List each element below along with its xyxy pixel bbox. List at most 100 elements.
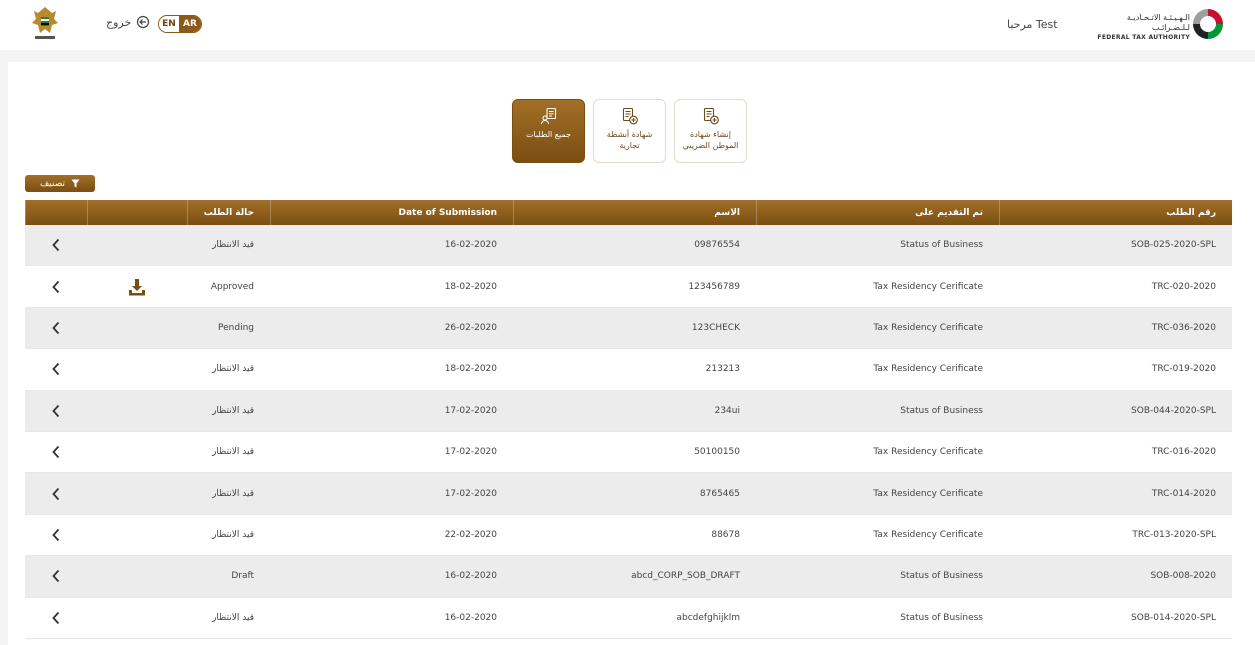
logout-button[interactable]: خروج xyxy=(106,15,150,29)
chevron-left-icon xyxy=(52,239,60,252)
filter-button[interactable]: تصنيف xyxy=(25,175,95,192)
uae-emblem-logo xyxy=(32,7,58,39)
status-cell: Draft xyxy=(231,571,254,582)
status-cell: قيد الانتظار xyxy=(212,488,254,499)
row-open-button[interactable] xyxy=(25,556,87,596)
download-cell xyxy=(87,349,187,389)
date-cell: 17-02-2020 xyxy=(444,488,497,499)
logout-icon xyxy=(137,15,150,29)
name-cell: 123CHECK xyxy=(691,322,740,333)
chevron-left-icon xyxy=(52,570,60,583)
name-cell: 09876554 xyxy=(694,240,740,251)
table-row[interactable]: قيد الانتظار 18-02-2020 213213 Tax Resid… xyxy=(25,349,1232,391)
header-type[interactable]: تم التقديم على xyxy=(756,200,999,225)
header-download xyxy=(87,200,187,225)
language-toggle[interactable]: EN AR xyxy=(158,15,202,33)
row-open-button[interactable] xyxy=(25,515,87,555)
download-cell xyxy=(87,308,187,348)
download-cell xyxy=(87,266,187,306)
header-date[interactable]: Date of Submission xyxy=(270,200,513,225)
status-cell: قيد الانتظار xyxy=(212,405,254,416)
table-row[interactable]: قيد الانتظار 22-02-2020 88678 Tax Reside… xyxy=(25,515,1232,557)
request-number-cell: TRC-020-2020 xyxy=(1151,281,1216,292)
row-open-button[interactable] xyxy=(25,473,87,513)
download-cell xyxy=(87,432,187,472)
header-actions xyxy=(25,200,87,225)
date-cell: 18-02-2020 xyxy=(444,364,497,375)
date-cell: 17-02-2020 xyxy=(444,447,497,458)
filter-label: تصنيف xyxy=(39,178,66,189)
row-open-button[interactable] xyxy=(25,432,87,472)
date-cell: 16-02-2020 xyxy=(444,240,497,251)
download-cell xyxy=(87,556,187,596)
chevron-left-icon xyxy=(52,321,60,335)
type-cell: Tax Residency Cerificate xyxy=(873,364,983,375)
fta-logo xyxy=(1193,9,1223,39)
chevron-left-icon xyxy=(52,363,60,376)
type-cell: Status of Business xyxy=(900,240,983,251)
add-document-icon xyxy=(622,107,638,125)
fta-name-arabic: الـهـيـئـة الاتـحـاديـة لـلـضـرائـب xyxy=(1126,13,1190,32)
add-document-icon xyxy=(703,107,719,125)
header-name[interactable]: الاسم xyxy=(513,200,756,225)
chevron-left-icon xyxy=(52,611,60,624)
welcome-text: مرحبا Test xyxy=(1007,18,1058,31)
request-number-cell: TRC-013-2020-SPL xyxy=(1132,529,1216,540)
type-cell: Status of Business xyxy=(900,571,983,582)
lang-en-option[interactable]: EN xyxy=(159,16,179,32)
date-cell: 16-02-2020 xyxy=(444,612,497,623)
status-cell: قيد الانتظار xyxy=(212,612,254,623)
row-open-button[interactable] xyxy=(25,308,87,348)
fta-wordmark: الـهـيـئـة الاتـحـاديـة لـلـضـرائـب FEDE… xyxy=(1088,13,1190,42)
chevron-left-icon xyxy=(52,487,60,500)
card-business-activity-certificate[interactable]: شهادة أنشطة تجارية xyxy=(593,99,666,163)
row-open-button[interactable] xyxy=(25,266,87,306)
card-create-tax-residency-certificate[interactable]: إنشاء شهادة الموطن الضريبي xyxy=(674,99,747,163)
download-cell xyxy=(87,598,187,638)
download-icon[interactable] xyxy=(128,278,146,296)
logout-label: خروج xyxy=(106,15,132,29)
date-cell: 16-02-2020 xyxy=(444,571,497,582)
request-number-cell: TRC-014-2020 xyxy=(1151,488,1216,499)
type-cell: Tax Residency Cerificate xyxy=(873,322,983,333)
row-open-button[interactable] xyxy=(25,225,87,265)
header-number[interactable]: رقم الطلب xyxy=(999,200,1232,225)
table-row[interactable]: قيد الانتظار 16-02-2020 09876554 Status … xyxy=(25,225,1232,267)
request-number-cell: SOB-044-2020-SPL xyxy=(1131,405,1216,416)
request-number-cell: SOB-014-2020-SPL xyxy=(1131,612,1216,623)
table-row[interactable]: قيد الانتظار 16-02-2020 abcdefghijklm St… xyxy=(25,598,1232,639)
card-all-requests[interactable]: جميع الطلبات xyxy=(512,99,585,163)
row-open-button[interactable] xyxy=(25,391,87,431)
chevron-left-icon xyxy=(52,446,60,459)
row-open-button[interactable] xyxy=(25,598,87,638)
type-cell: Status of Business xyxy=(900,612,983,623)
table-row[interactable]: Approved 18-02-2020 123456789 Tax Reside… xyxy=(25,266,1232,308)
date-cell: 26-02-2020 xyxy=(444,322,497,333)
request-number-cell: SOB-008-2020 xyxy=(1150,571,1216,582)
date-cell: 17-02-2020 xyxy=(444,405,497,416)
table-row[interactable]: قيد الانتظار 17-02-2020 8765465 Tax Resi… xyxy=(25,473,1232,515)
chevron-left-icon xyxy=(52,528,60,542)
request-number-cell: SOB-025-2020-SPL xyxy=(1131,240,1216,251)
name-cell: 50100150 xyxy=(694,447,740,458)
name-cell: 123456789 xyxy=(688,281,740,292)
table-row[interactable]: Pending 26-02-2020 123CHECK Tax Residenc… xyxy=(25,307,1232,350)
filter-icon xyxy=(71,179,80,188)
card-business-activity-certificate-label: شهادة أنشطة تجارية xyxy=(606,130,653,150)
type-cell: Tax Residency Cerificate xyxy=(873,488,983,499)
type-cell: Tax Residency Cerificate xyxy=(873,281,983,292)
table-row[interactable]: قيد الانتظار 17-02-2020 234ui Status of … xyxy=(25,390,1232,432)
lang-ar-option[interactable]: AR xyxy=(179,16,201,32)
card-all-requests-label: جميع الطلبات xyxy=(525,130,572,139)
row-open-button[interactable] xyxy=(25,349,87,389)
chevron-left-icon xyxy=(52,404,60,417)
status-cell: قيد الانتظار xyxy=(212,447,254,458)
table-row[interactable]: Draft 16-02-2020 abcd_CORP_SOB_DRAFT Sta… xyxy=(25,556,1232,598)
status-cell: قيد الانتظار xyxy=(212,364,254,375)
header-status[interactable]: حالة الطلب xyxy=(187,200,270,225)
status-cell: قيد الانتظار xyxy=(212,240,254,251)
status-cell: قيد الانتظار xyxy=(212,529,254,540)
request-type-cards: جميع الطلبات شهادة أنشطة تجارية إنشاء شه… xyxy=(512,99,747,163)
top-header: خروج EN AR مرحبا Test الـهـيـئـة الاتـحـ… xyxy=(0,0,1255,50)
table-row[interactable]: قيد الانتظار 17-02-2020 50100150 Tax Res… xyxy=(25,432,1232,474)
